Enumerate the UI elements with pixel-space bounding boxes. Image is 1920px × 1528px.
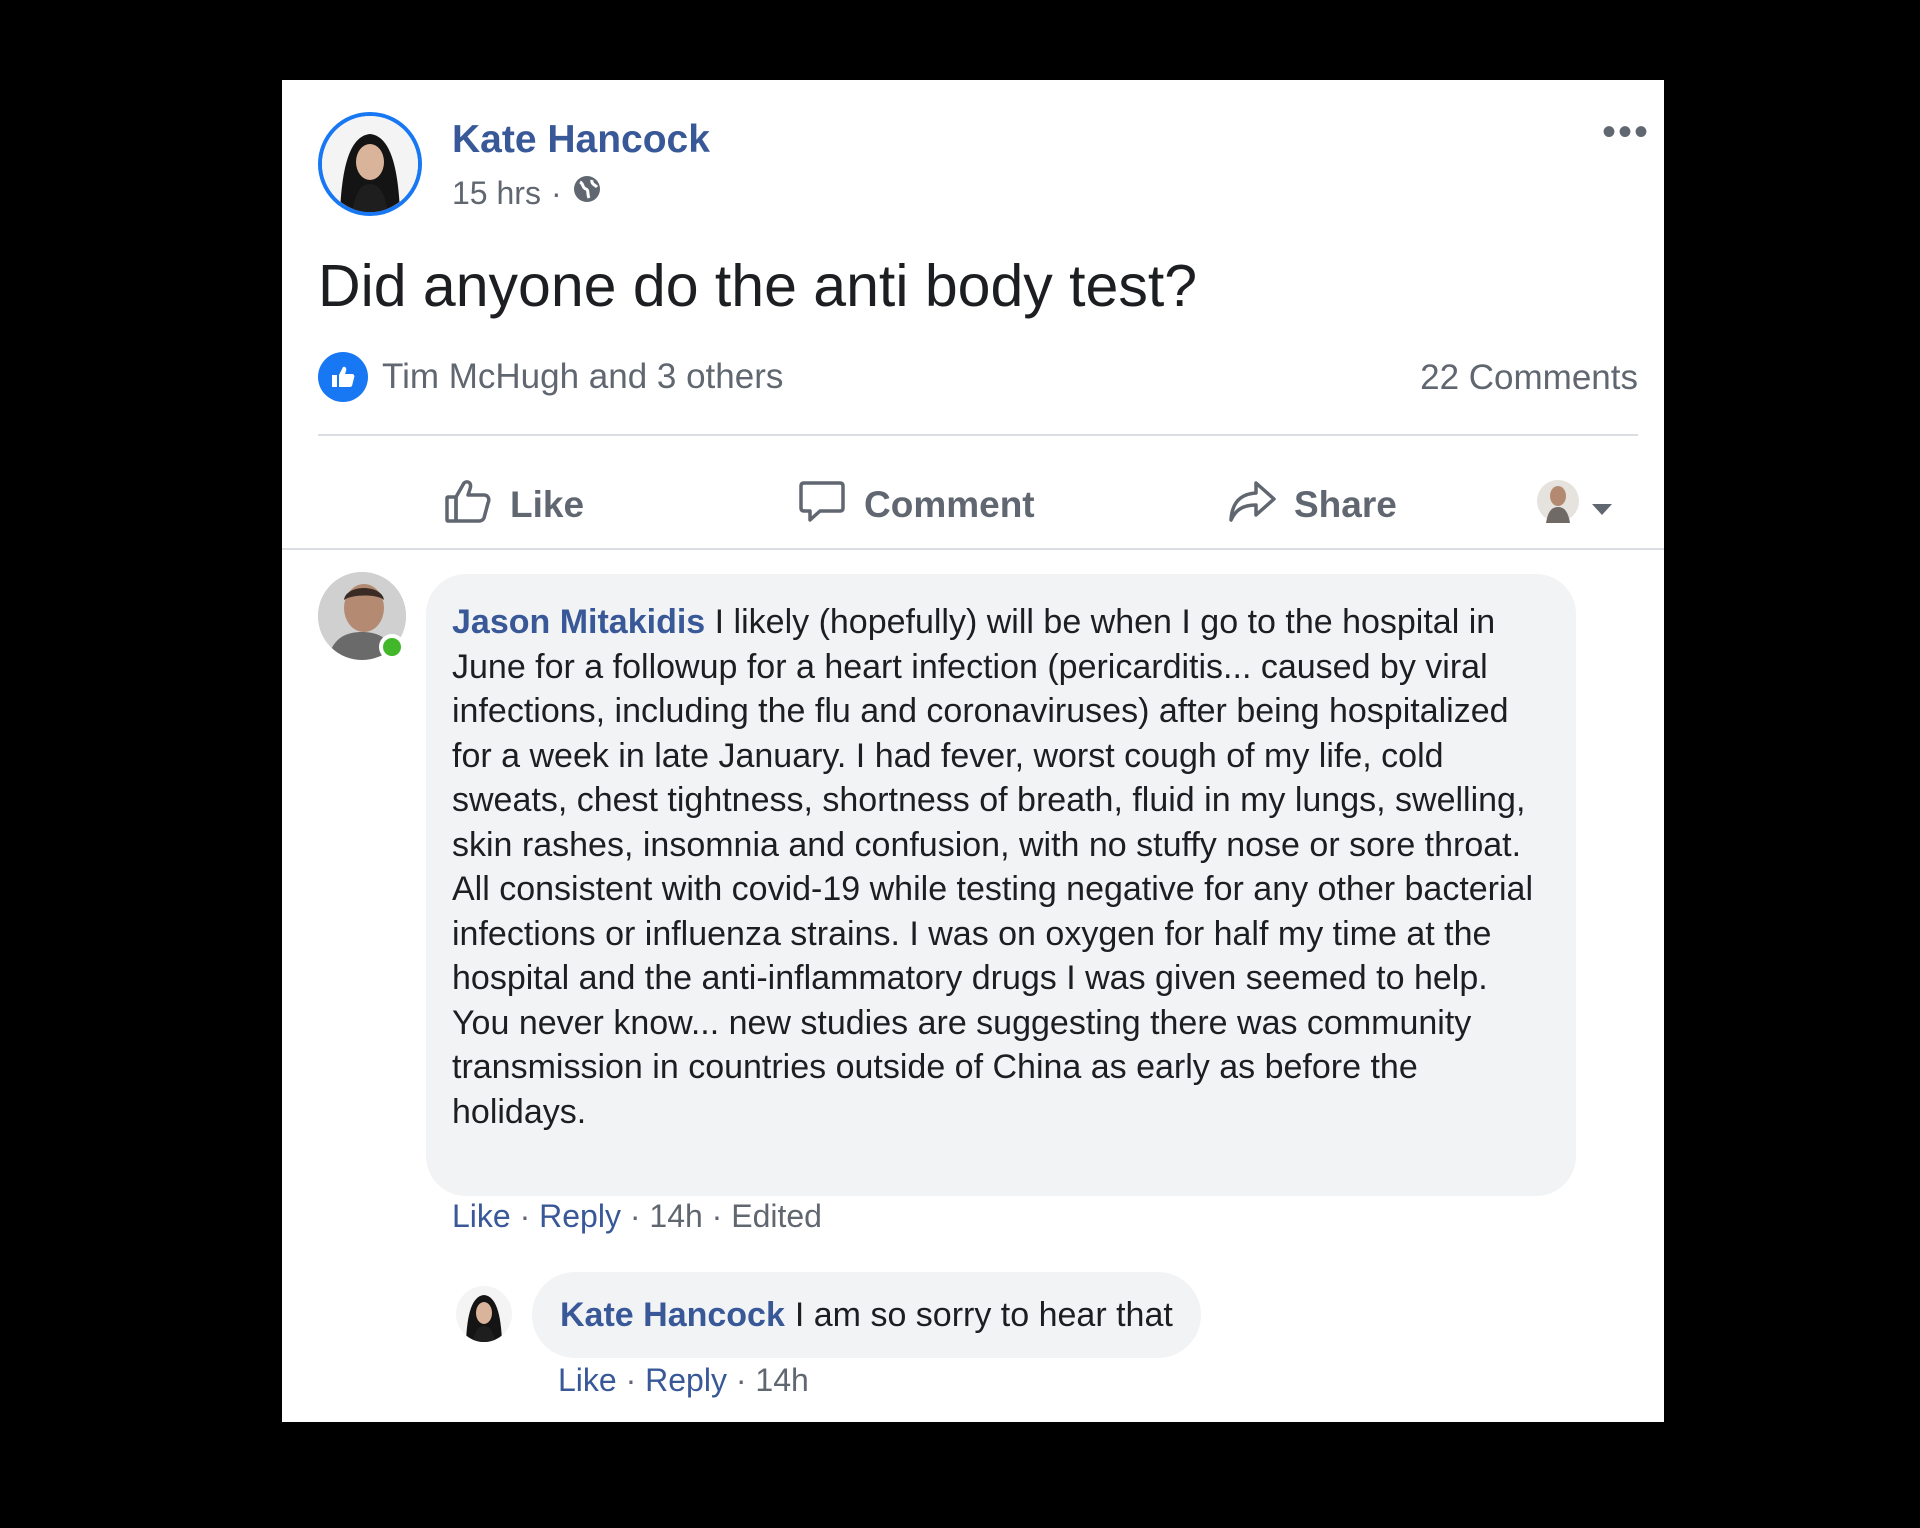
divider xyxy=(282,548,1664,550)
comment-reply-link[interactable]: Reply xyxy=(539,1198,621,1234)
reply-text: I am so sorry to hear that xyxy=(794,1295,1173,1334)
share-button[interactable]: Share xyxy=(1226,470,1397,540)
share-label: Share xyxy=(1294,484,1397,525)
reactions-text: Tim McHugh and 3 others xyxy=(382,357,784,396)
comments-count[interactable]: 22 Comments xyxy=(1420,358,1638,398)
author-avatar[interactable] xyxy=(318,112,422,216)
comment-text: I likely (hopefully) will be when I go t… xyxy=(452,603,1534,1131)
post-text: Did anyone do the anti body test? xyxy=(318,253,1198,319)
comment-time[interactable]: 14h xyxy=(649,1198,702,1234)
comment-like-link[interactable]: Like xyxy=(452,1198,511,1234)
like-reaction-icon xyxy=(318,352,368,402)
reactions-summary[interactable]: Tim McHugh and 3 others xyxy=(318,352,783,402)
reply-reply-link[interactable]: Reply xyxy=(645,1362,727,1398)
comment-edited[interactable]: Edited xyxy=(731,1198,822,1234)
online-status-icon xyxy=(379,634,405,660)
more-options-icon[interactable]: ••• xyxy=(1602,110,1650,155)
divider xyxy=(318,434,1638,436)
reply-bubble: Kate Hancock I am so sorry to hear that xyxy=(532,1272,1201,1358)
chevron-down-icon xyxy=(1590,484,1614,526)
post-time[interactable]: 15 hrs xyxy=(452,175,541,212)
meta-separator: · xyxy=(550,174,562,211)
comment-button[interactable]: Comment xyxy=(796,470,1035,540)
reply-like-link[interactable]: Like xyxy=(558,1362,617,1398)
post-as-selector[interactable] xyxy=(1536,470,1614,540)
user-avatar-icon xyxy=(1536,479,1580,532)
author-name[interactable]: Kate Hancock xyxy=(452,118,710,162)
post-card: Kate Hancock 15 hrs · ••• Did anyone do … xyxy=(282,80,1664,1422)
comment-icon xyxy=(796,475,848,536)
like-button[interactable]: Like xyxy=(442,470,584,540)
reply-time[interactable]: 14h xyxy=(755,1362,808,1398)
like-label: Like xyxy=(510,484,585,525)
reply-author[interactable]: Kate Hancock xyxy=(560,1296,785,1335)
share-icon xyxy=(1226,475,1278,536)
post-meta: 15 hrs · xyxy=(452,174,602,212)
comment-author[interactable]: Jason Mitakidis xyxy=(452,603,705,641)
comment-actions: Like · Reply · 14h · Edited xyxy=(452,1198,822,1234)
thumbs-up-icon xyxy=(442,475,494,536)
reply-avatar[interactable] xyxy=(456,1286,512,1342)
reply-actions: Like · Reply · 14h xyxy=(558,1362,809,1398)
comment-label: Comment xyxy=(864,484,1035,525)
globe-icon xyxy=(572,174,602,212)
action-bar: Like Comment Share xyxy=(282,470,1664,540)
comment-bubble: Jason Mitakidis I likely (hopefully) wil… xyxy=(426,574,1576,1196)
